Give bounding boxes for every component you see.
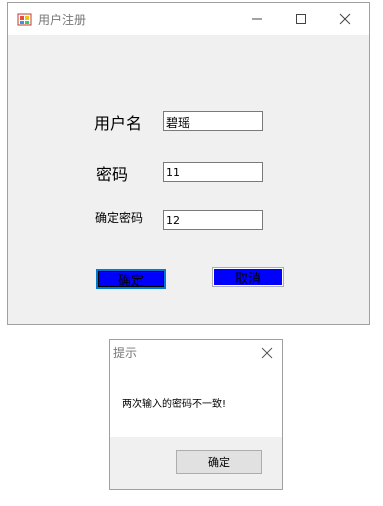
maximize-button[interactable] (279, 3, 323, 35)
dialog-title: 提示 (113, 346, 138, 360)
window-title: 用户注册 (38, 13, 87, 27)
username-label: 用户名 (94, 114, 143, 133)
ok-button[interactable]: 确定 (96, 269, 166, 289)
cancel-button[interactable]: 取消 (212, 267, 284, 287)
app-form-icon (17, 13, 32, 26)
maximize-icon (296, 14, 306, 24)
confirm-password-label: 确定密码 (95, 211, 144, 225)
password-input[interactable]: 11 (163, 162, 263, 182)
minimize-icon (252, 18, 262, 20)
dialog-ok-button[interactable]: 确定 (176, 450, 262, 474)
username-input[interactable]: 碧瑶 (163, 111, 263, 131)
dialog-footer: 确定 (110, 437, 282, 489)
minimize-button[interactable] (235, 3, 279, 35)
title-bar[interactable]: 用户注册 (8, 3, 369, 35)
close-icon (339, 13, 351, 25)
close-icon (261, 347, 273, 359)
close-button[interactable] (323, 3, 367, 35)
register-window: 用户注册 用户名 碧瑶 密码 11 确定密码 12 确定 取消 (7, 2, 370, 325)
password-label: 密码 (96, 165, 129, 184)
alert-dialog: 提示 两次输入的密码不一致! 确定 (109, 339, 283, 490)
confirm-password-input[interactable]: 12 (163, 210, 263, 230)
dialog-message: 两次输入的密码不一致! (122, 399, 227, 410)
dialog-close-button[interactable] (258, 344, 276, 362)
